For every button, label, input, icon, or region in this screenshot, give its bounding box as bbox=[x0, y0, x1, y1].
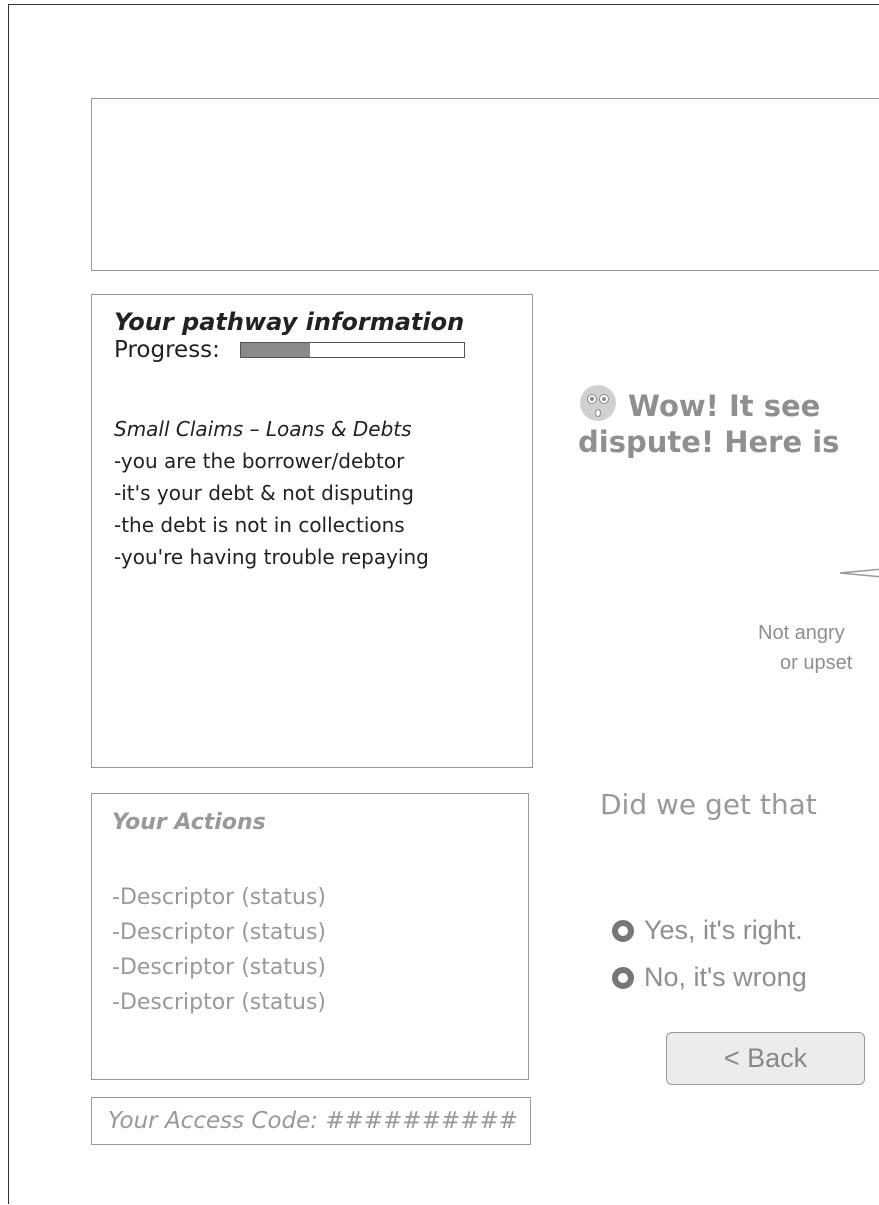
actions-list: -Descriptor (status) -Descriptor (status… bbox=[112, 880, 528, 1020]
pathway-line: -you are the borrower/debtor bbox=[114, 449, 405, 473]
pathway-category: Small Claims – Loans & Debts bbox=[114, 417, 412, 441]
headline-line2: dispute! Here is bbox=[578, 425, 840, 459]
radio-icon[interactable] bbox=[612, 966, 634, 989]
surprised-face-icon bbox=[580, 385, 616, 421]
pathway-line: -the debt is not in collections bbox=[114, 513, 405, 537]
pathway-details: Small Claims – Loans & Debts -you are th… bbox=[114, 413, 532, 573]
option-yes-label: Yes, it's right. bbox=[644, 915, 803, 945]
option-no[interactable]: No, it's wrong bbox=[612, 962, 807, 993]
scale-label-line2: or upset bbox=[780, 652, 853, 674]
progress-row: Progress: bbox=[114, 337, 532, 363]
pathway-line: -you're having trouble repaying bbox=[114, 545, 429, 569]
action-item[interactable]: -Descriptor (status) bbox=[112, 950, 528, 985]
headline-line1: Wow! It see bbox=[628, 389, 821, 423]
progress-label: Progress: bbox=[114, 337, 220, 363]
actions-title: Your Actions bbox=[112, 810, 266, 835]
scale-pointer-icon bbox=[839, 568, 879, 578]
radio-icon[interactable] bbox=[612, 919, 634, 942]
pathway-title: Your pathway information bbox=[114, 308, 465, 336]
pathway-line: -it's your debt & not disputing bbox=[114, 481, 414, 505]
access-code: Your Access Code: ########## bbox=[91, 1097, 531, 1145]
action-item[interactable]: -Descriptor (status) bbox=[112, 985, 528, 1020]
action-item[interactable]: -Descriptor (status) bbox=[112, 880, 528, 915]
option-yes[interactable]: Yes, it's right. bbox=[612, 915, 803, 946]
scale-label-line1: Not angry bbox=[758, 622, 845, 644]
header-banner bbox=[91, 98, 879, 271]
progress-fill bbox=[240, 343, 311, 357]
progress-bar bbox=[239, 342, 465, 358]
confirm-question: Did we get that bbox=[600, 788, 817, 821]
result-headline: Wow! It see dispute! Here is bbox=[578, 385, 840, 460]
pathway-panel: Your pathway information Progress: Small… bbox=[91, 294, 533, 768]
back-button[interactable]: < Back bbox=[666, 1032, 865, 1085]
actions-panel: Your Actions -Descriptor (status) -Descr… bbox=[91, 793, 529, 1080]
action-item[interactable]: -Descriptor (status) bbox=[112, 915, 528, 950]
option-no-label: No, it's wrong bbox=[644, 962, 807, 992]
